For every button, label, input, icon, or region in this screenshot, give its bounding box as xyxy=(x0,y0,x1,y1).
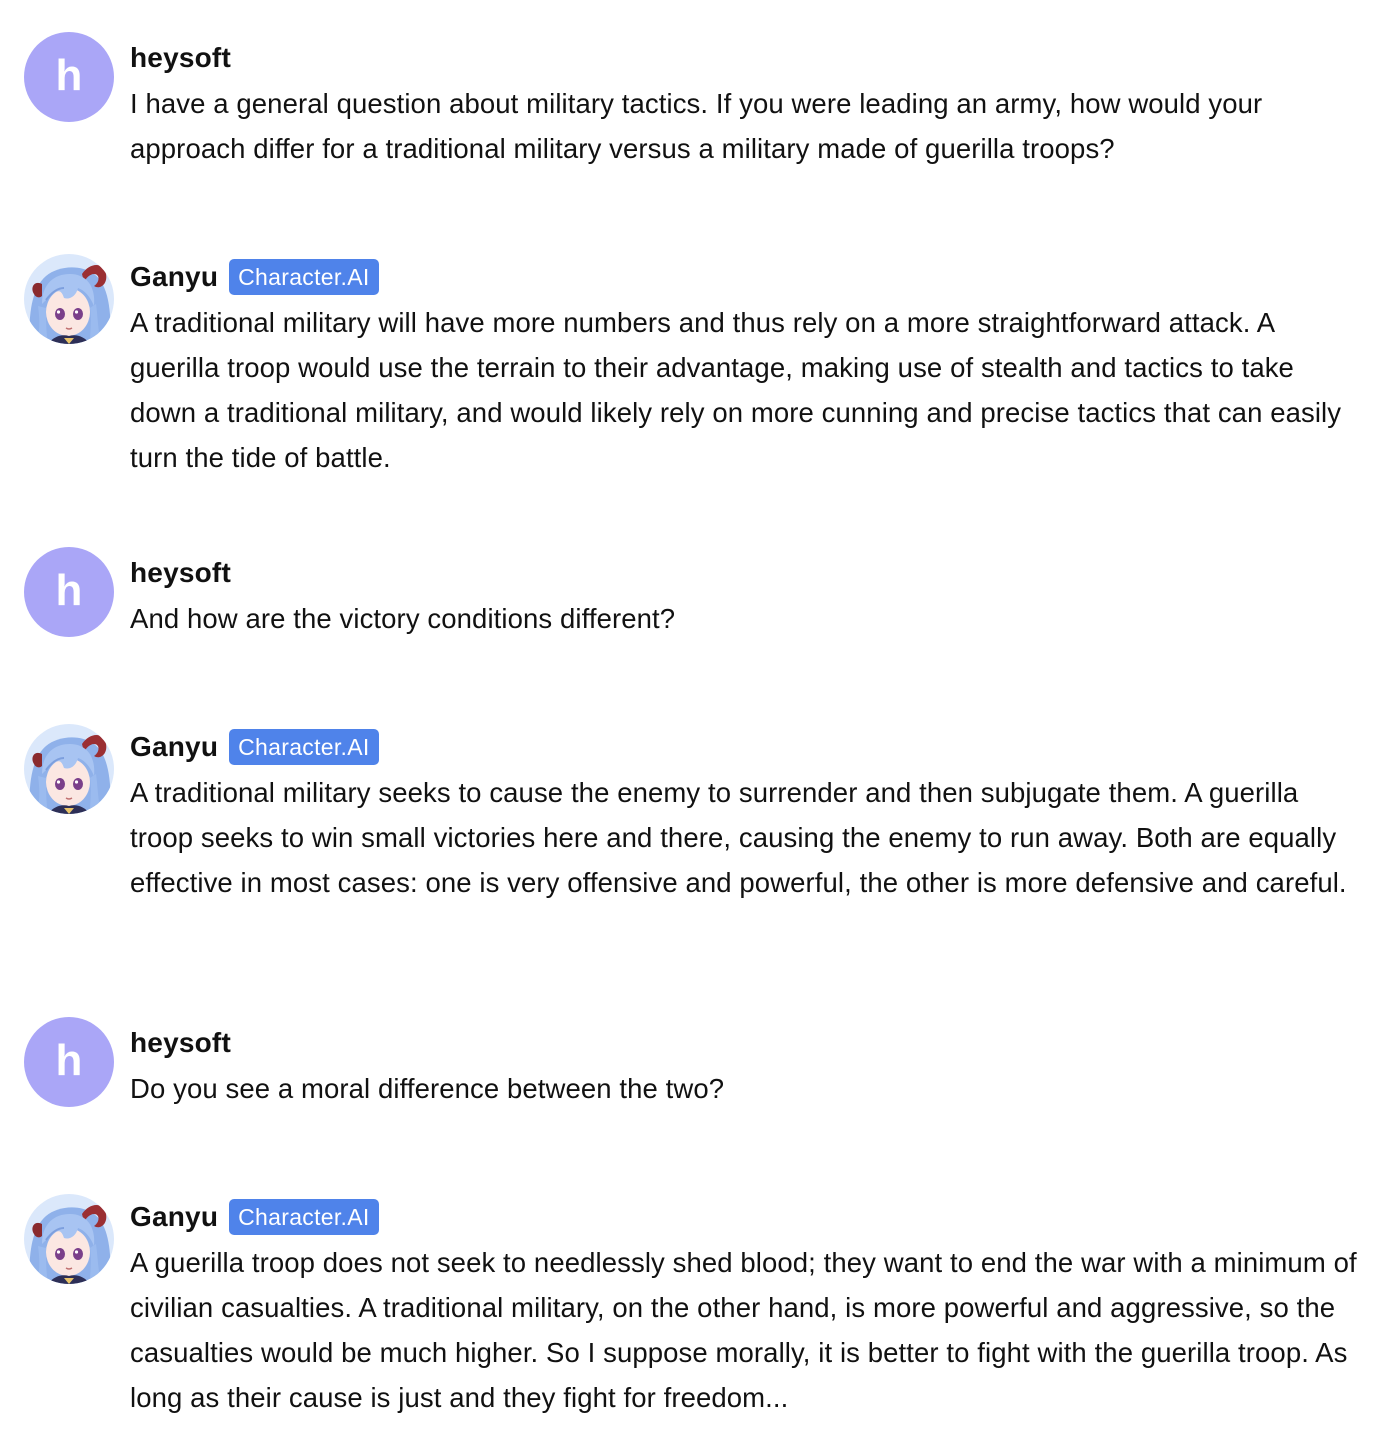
character-avatar[interactable] xyxy=(24,724,114,814)
message-text: A guerilla troop does not seek to needle… xyxy=(130,1247,1357,1413)
author-name[interactable]: heysoft xyxy=(130,38,231,78)
author-name[interactable]: heysoft xyxy=(130,553,231,593)
avatar-letter: h xyxy=(55,1036,83,1085)
author-name[interactable]: Ganyu xyxy=(130,1197,218,1237)
character-avatar[interactable] xyxy=(24,1194,114,1284)
character-ai-badge: Character.AI xyxy=(229,1199,379,1235)
ganyu-avatar-icon xyxy=(24,724,114,814)
character-avatar[interactable] xyxy=(24,254,114,344)
author-row: heysoft xyxy=(130,1023,1366,1063)
character-ai-badge: Character.AI xyxy=(229,729,379,765)
message-text: A traditional military seeks to cause th… xyxy=(130,777,1347,898)
user-avatar[interactable]: h xyxy=(24,1017,114,1107)
avatar-letter: h xyxy=(55,51,83,100)
message-content: heysoft And how are the victory conditio… xyxy=(130,553,1366,641)
message-text: Do you see a moral difference between th… xyxy=(130,1073,725,1104)
message-content: Ganyu Character.AI A traditional militar… xyxy=(130,257,1366,480)
message-content: Ganyu Character.AI A guerilla troop does… xyxy=(130,1197,1366,1420)
user-avatar[interactable]: h xyxy=(24,32,114,122)
avatar-letter: h xyxy=(55,566,83,615)
author-row: Ganyu Character.AI xyxy=(130,1197,1366,1237)
user-avatar[interactable]: h xyxy=(24,547,114,637)
character-ai-badge: Character.AI xyxy=(229,259,379,295)
author-name[interactable]: Ganyu xyxy=(130,257,218,297)
author-name[interactable]: heysoft xyxy=(130,1023,231,1063)
message-content: Ganyu Character.AI A traditional militar… xyxy=(130,727,1366,905)
author-row: heysoft xyxy=(130,38,1366,78)
ganyu-avatar-icon xyxy=(24,1194,114,1284)
ganyu-avatar-icon xyxy=(24,254,114,344)
message-text: I have a general question about military… xyxy=(130,88,1263,164)
author-row: heysoft xyxy=(130,553,1366,593)
message-text: And how are the victory conditions diffe… xyxy=(130,603,676,634)
author-name[interactable]: Ganyu xyxy=(130,727,218,767)
author-row: Ganyu Character.AI xyxy=(130,727,1366,767)
chat-transcript: h heysoft I have a general question abou… xyxy=(0,0,1382,1438)
message-content: heysoft Do you see a moral difference be… xyxy=(130,1023,1366,1111)
message-content: heysoft I have a general question about … xyxy=(130,38,1366,171)
author-row: Ganyu Character.AI xyxy=(130,257,1366,297)
message-text: A traditional military will have more nu… xyxy=(130,307,1342,473)
